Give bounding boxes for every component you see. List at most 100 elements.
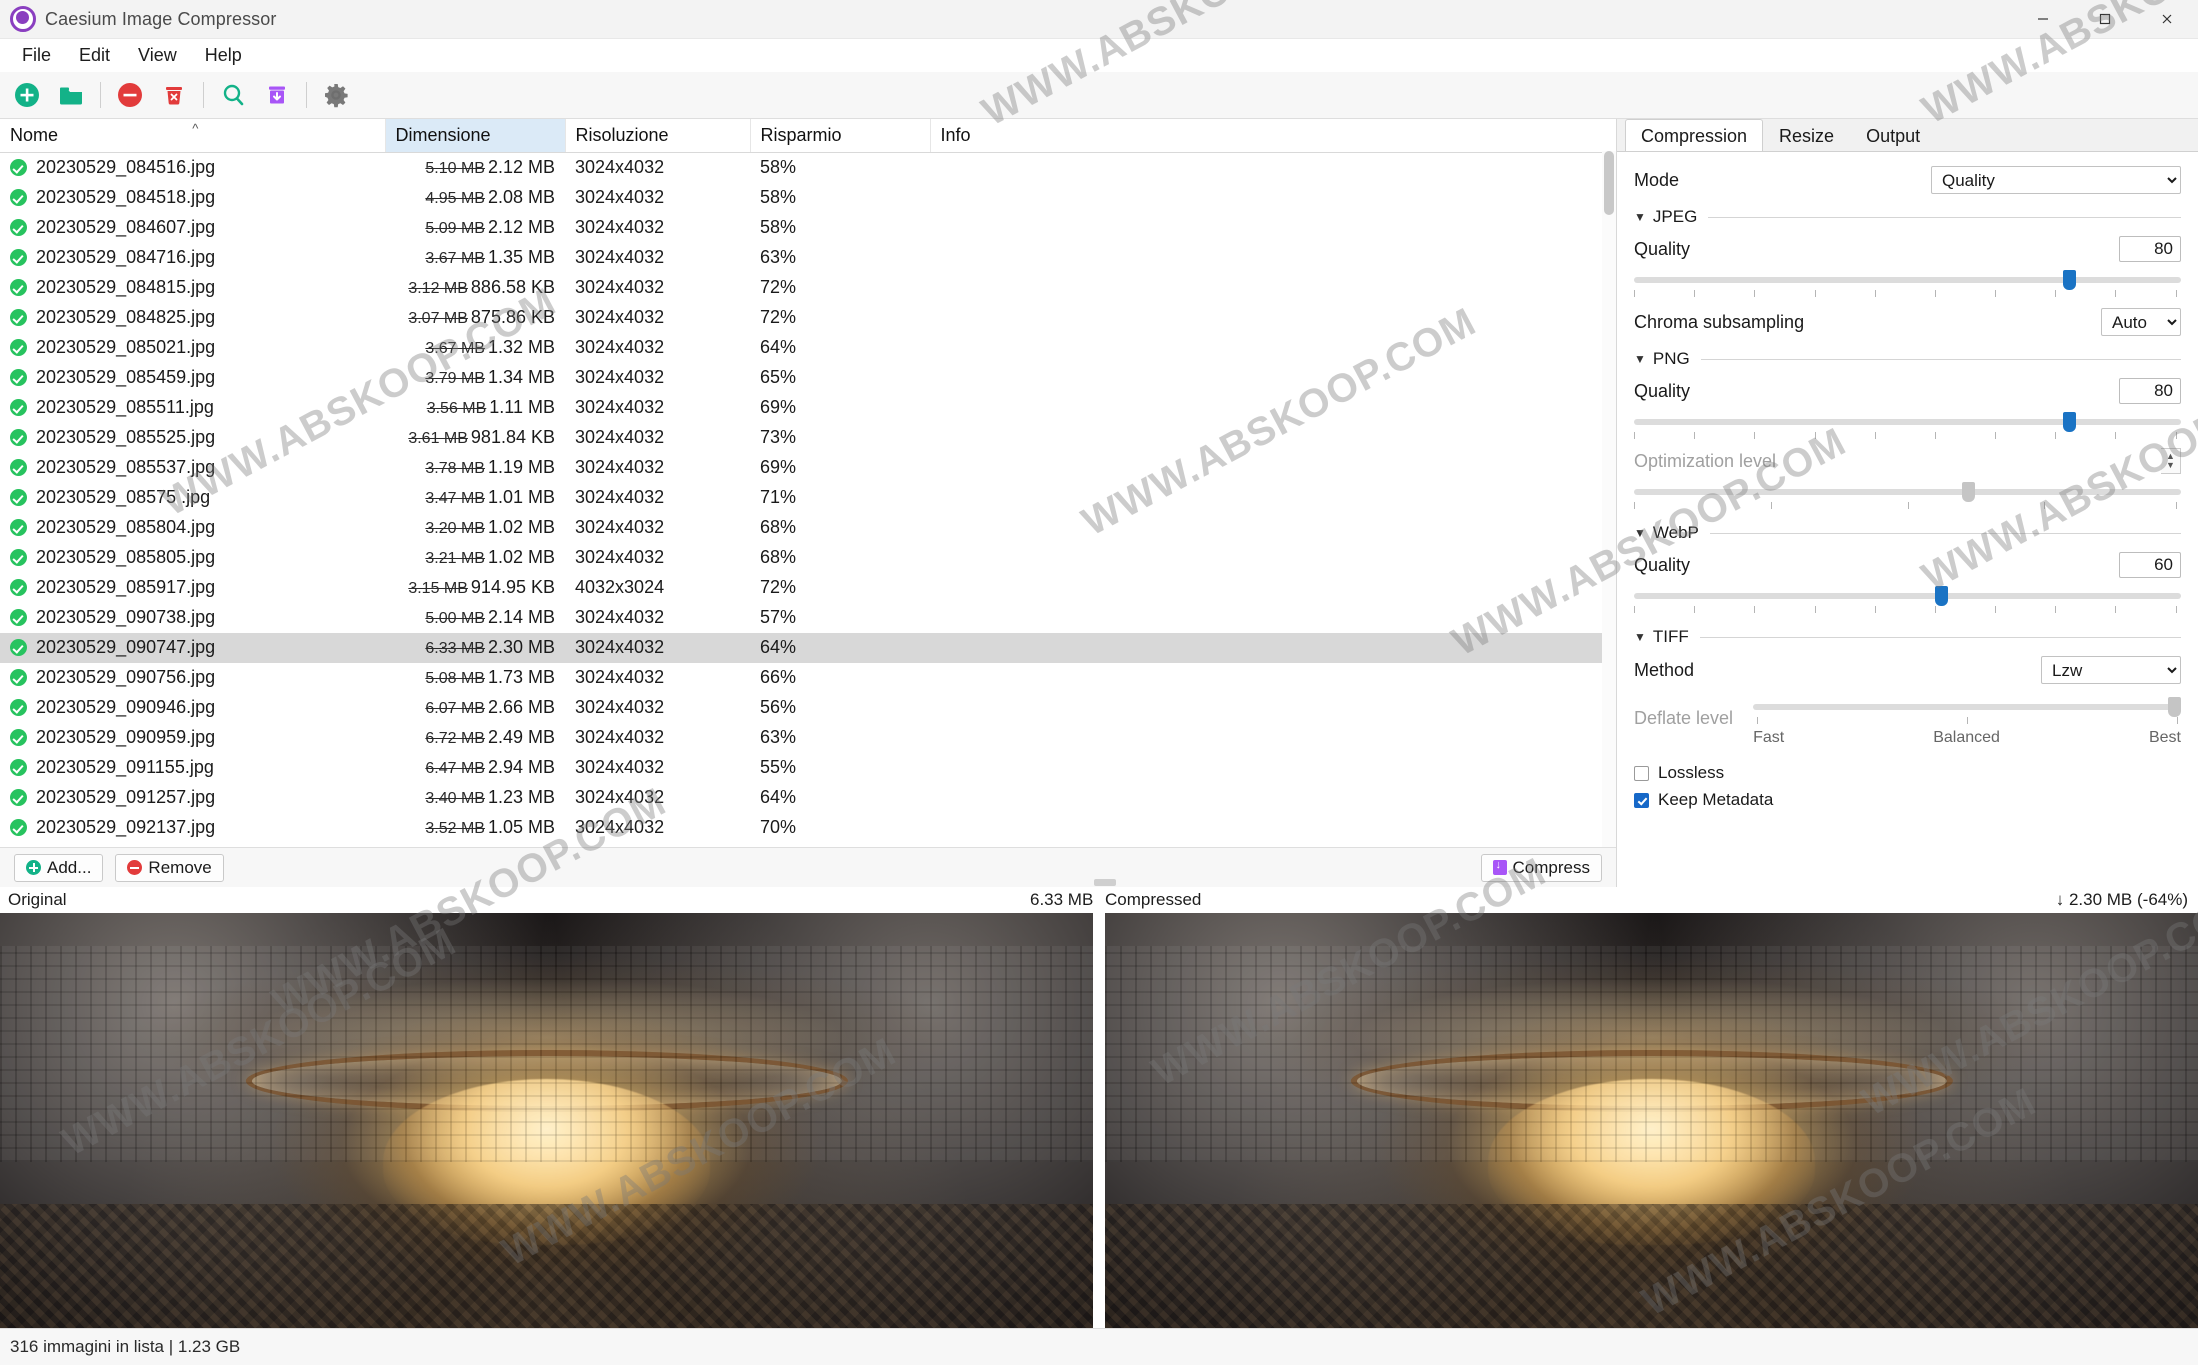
compressed-size: 2.30 MB (488, 637, 555, 657)
slider-handle[interactable] (2168, 697, 2181, 717)
original-size: 6.07 MB (425, 700, 485, 717)
toolbar-separator (203, 82, 204, 108)
compressed-size: 2.14 MB (488, 607, 555, 627)
preview-compressed-image[interactable] (1105, 913, 2198, 1328)
chevron-down-icon: ▼ (1634, 630, 1646, 644)
column-header-dimensione[interactable]: Dimensione (385, 119, 565, 153)
png-optimization-stepper[interactable]: ▲ ▼ (2161, 448, 2181, 474)
cell-risoluzione: 3024x4032 (565, 243, 750, 273)
tab-compression[interactable]: Compression (1625, 119, 1763, 151)
column-header-info[interactable]: Info (930, 119, 1616, 153)
png-group-header[interactable]: ▼ PNG (1634, 349, 2181, 369)
table-row[interactable]: 20230529_084607.jpg5.09 MB2.12 MB3024x40… (0, 213, 1616, 243)
png-optimization-slider[interactable] (1634, 480, 2181, 510)
minimize-button[interactable] (2012, 0, 2074, 38)
table-row[interactable]: 20230529_085537.jpg3.78 MB1.19 MB3024x40… (0, 453, 1616, 483)
slider-handle[interactable] (1962, 482, 1975, 502)
status-ok-icon (10, 759, 27, 776)
lossless-row[interactable]: Lossless (1634, 763, 2181, 783)
slider-handle[interactable] (2063, 412, 2076, 432)
table-row[interactable]: 20230529_091155.jpg6.47 MB2.94 MB3024x40… (0, 753, 1616, 783)
preview-splitter-handle[interactable] (1094, 879, 1116, 886)
column-header-nome[interactable]: Nome ^ (0, 119, 385, 153)
cell-risparmio: 69% (750, 393, 930, 423)
table-row[interactable]: 20230529_084825.jpg3.07 MB875.86 KB3024x… (0, 303, 1616, 333)
jpeg-quality-slider[interactable] (1634, 268, 2181, 298)
original-size: 5.10 MB (425, 160, 485, 177)
file-name: 20230529_090756.jpg (36, 667, 215, 688)
table-row[interactable]: 20230529_084516.jpg5.10 MB2.12 MB3024x40… (0, 153, 1616, 183)
png-quality-input[interactable]: 80 (2119, 378, 2181, 404)
menu-file[interactable]: File (8, 41, 65, 70)
png-quality-slider[interactable] (1634, 410, 2181, 440)
cell-risoluzione: 3024x4032 (565, 513, 750, 543)
keep-metadata-checkbox[interactable] (1634, 793, 1649, 808)
tab-resize[interactable]: Resize (1763, 119, 1850, 151)
tiff-deflate-slider[interactable] (1753, 695, 2181, 725)
table-row[interactable]: 20230529_085805.jpg3.21 MB1.02 MB3024x40… (0, 543, 1616, 573)
table-row[interactable]: 20230529_090756.jpg5.08 MB1.73 MB3024x40… (0, 663, 1616, 693)
scrollbar-thumb[interactable] (1604, 151, 1614, 215)
webp-quality-input[interactable]: 60 (2119, 552, 2181, 578)
keep-metadata-row[interactable]: Keep Metadata (1634, 790, 2181, 810)
menu-view[interactable]: View (124, 41, 191, 70)
table-row[interactable]: 20230529_090738.jpg5.00 MB2.14 MB3024x40… (0, 603, 1616, 633)
remove-icon[interactable] (109, 75, 151, 115)
cell-nome: 20230529_084607.jpg (0, 213, 385, 243)
preview-icon[interactable] (212, 75, 254, 115)
column-header-risparmio[interactable]: Risparmio (750, 119, 930, 153)
compressed-size: 1.32 MB (488, 337, 555, 357)
tiff-method-select[interactable]: Lzw (2041, 656, 2181, 684)
cell-nome: 20230529_085805.jpg (0, 543, 385, 573)
webp-group-header[interactable]: ▼ WebP (1634, 523, 2181, 543)
stepper-down-icon[interactable]: ▼ (2166, 461, 2175, 470)
original-size: 5.08 MB (425, 670, 485, 687)
table-row[interactable]: 20230529_090959.jpg6.72 MB2.49 MB3024x40… (0, 723, 1616, 753)
slider-handle[interactable] (1935, 586, 1948, 606)
file-list-scrollbar[interactable] (1602, 151, 1616, 847)
table-row[interactable]: 20230529_090946.jpg6.07 MB2.66 MB3024x40… (0, 693, 1616, 723)
cell-nome: 20230529_090756.jpg (0, 663, 385, 693)
settings-icon[interactable] (315, 75, 357, 115)
table-row[interactable]: 20230529_084815.jpg3.12 MB886.58 KB3024x… (0, 273, 1616, 303)
tiff-group-header[interactable]: ▼ TIFF (1634, 627, 2181, 647)
cell-nome: 20230529_090946.jpg (0, 693, 385, 723)
preview-original-image[interactable] (0, 913, 1093, 1328)
table-row[interactable]: 20230529_085459.jpg3.79 MB1.34 MB3024x40… (0, 363, 1616, 393)
cell-dimensione: 3.40 MB1.23 MB (385, 783, 565, 813)
table-row[interactable]: 20230529_085525.jpg3.61 MB981.84 KB3024x… (0, 423, 1616, 453)
table-row[interactable]: 20230529_084716.jpg3.67 MB1.35 MB3024x40… (0, 243, 1616, 273)
cell-risparmio: 64% (750, 633, 930, 663)
table-row[interactable]: 20230529_085804.jpg3.20 MB1.02 MB3024x40… (0, 513, 1616, 543)
remove-button[interactable]: Remove (115, 854, 223, 882)
tab-output[interactable]: Output (1850, 119, 1936, 151)
close-button[interactable] (2136, 0, 2198, 38)
slider-handle[interactable] (2063, 270, 2076, 290)
maximize-button[interactable] (2074, 0, 2136, 38)
menu-edit[interactable]: Edit (65, 41, 124, 70)
table-row[interactable]: 20230529_091257.jpg3.40 MB1.23 MB3024x40… (0, 783, 1616, 813)
table-row[interactable]: 20230529_092137.jpg3.52 MB1.05 MB3024x40… (0, 813, 1616, 843)
compress-button[interactable]: Compress (1481, 854, 1602, 882)
clear-list-icon[interactable] (153, 75, 195, 115)
table-row[interactable]: 20230529_090747.jpg6.33 MB2.30 MB3024x40… (0, 633, 1616, 663)
preview-area (0, 913, 2198, 1328)
compress-icon[interactable] (256, 75, 298, 115)
menu-help[interactable]: Help (191, 41, 256, 70)
table-row[interactable]: 20230529_085021.jpg3.67 MB1.32 MB3024x40… (0, 333, 1616, 363)
table-row[interactable]: 20230529_085917.jpg3.15 MB914.95 KB4032x… (0, 573, 1616, 603)
add-folder-icon[interactable] (50, 75, 92, 115)
lossless-checkbox[interactable] (1634, 766, 1649, 781)
slider-ticks (1634, 290, 2181, 298)
webp-quality-slider[interactable] (1634, 584, 2181, 614)
table-row[interactable]: 20230529_085511.jpg3.56 MB1.11 MB3024x40… (0, 393, 1616, 423)
mode-select[interactable]: Quality (1931, 166, 2181, 194)
jpeg-quality-input[interactable]: 80 (2119, 236, 2181, 262)
table-row[interactable]: 20230529_08575 .jpg3.47 MB1.01 MB3024x40… (0, 483, 1616, 513)
chroma-subsampling-select[interactable]: Auto (2101, 308, 2181, 336)
table-row[interactable]: 20230529_084518.jpg4.95 MB2.08 MB3024x40… (0, 183, 1616, 213)
add-files-icon[interactable] (6, 75, 48, 115)
add-button[interactable]: Add... (14, 854, 103, 882)
column-header-risoluzione[interactable]: Risoluzione (565, 119, 750, 153)
jpeg-group-header[interactable]: ▼ JPEG (1634, 207, 2181, 227)
